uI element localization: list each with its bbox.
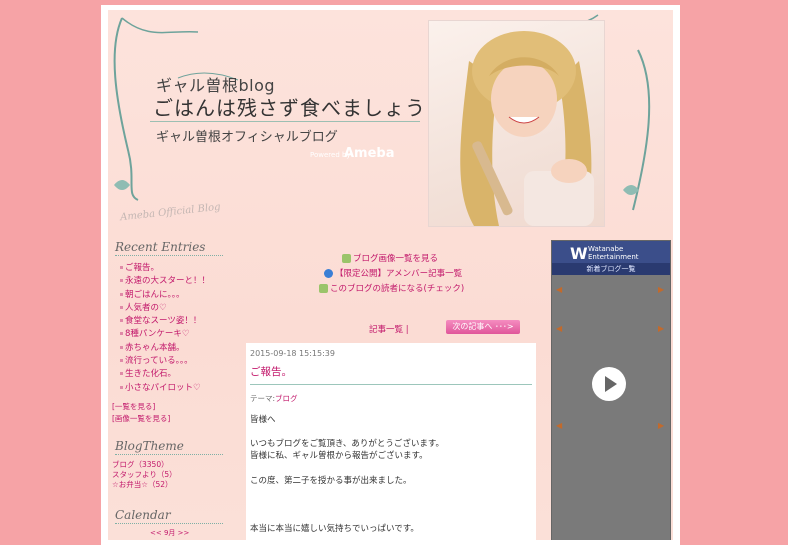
next-entry-button[interactable]: 次の記事へ ･･･> [446, 320, 520, 334]
entry-link[interactable]: 8種パンケーキ♡ [120, 328, 233, 341]
prev-arrow-icon[interactable]: ◀ [556, 421, 562, 430]
members-link[interactable]: 【限定公開】アメンバー記事一覧 [324, 267, 462, 279]
entry-link[interactable]: 食堂なスーツ姿！！ [120, 315, 233, 328]
entry-link[interactable]: 永遠の大スターと！！ [120, 275, 233, 288]
next-arrow-icon[interactable]: ▶ [658, 324, 664, 333]
profile-photo-illustration [460, 31, 594, 226]
entry-link[interactable]: ご報告。 [120, 262, 233, 275]
article-date: 2015-09-18 15:15:39 [250, 349, 335, 358]
ameba-logo[interactable]: Ameba [344, 146, 395, 161]
theme-link[interactable]: ☆お弁当☆（52） [112, 480, 233, 490]
article-theme: テーマ:ブログ [250, 394, 298, 403]
entries-list-nav[interactable]: 記事一覧 | [369, 323, 409, 335]
title-divider [150, 121, 420, 122]
article-body: 皆様へ いつもブログをご覧頂き、ありがとうございます。 皆様に私、ギャル曽根から… [250, 415, 445, 534]
entry-link[interactable]: 小さなパイロット♡ [120, 382, 233, 395]
blog-theme-heading: BlogTheme [115, 439, 223, 455]
article-title[interactable]: ご報告。 [250, 364, 536, 379]
calendar-heading: Calendar [115, 508, 223, 524]
theme-link[interactable]: ブログ（3350） [112, 460, 233, 470]
reader-link[interactable]: このブログの読者になる(チェック) [319, 282, 464, 294]
prev-arrow-icon[interactable]: ◀ [556, 324, 562, 333]
article-divider [250, 384, 532, 385]
official-blog-label: ギャル曽根オフィシャルブログ [156, 130, 338, 145]
entry-link[interactable]: 赤ちゃん本舗。 [120, 342, 233, 355]
entry-link[interactable]: 流行っている。。。 [120, 355, 233, 368]
calendar-nav[interactable]: << 9月 >> [150, 528, 233, 538]
entry-link[interactable]: 人気者の♡ [120, 302, 233, 315]
entry-link[interactable]: 朝ごはんに。。。 [120, 289, 233, 302]
new-blogs-header[interactable]: 新着ブログ一覧 [552, 263, 670, 275]
image-icon [342, 254, 351, 263]
reader-icon [319, 284, 328, 293]
next-arrow-icon[interactable]: ▶ [658, 421, 664, 430]
prev-arrow-icon[interactable]: ◀ [556, 285, 562, 294]
entries-list-link[interactable]: [一覧を見る] [112, 401, 233, 413]
we-mark: W [570, 244, 588, 263]
images-list-link[interactable]: [画像一覧を見る] [112, 413, 233, 425]
profile-photo [428, 20, 605, 227]
blog-page: ギャル曽根blog ごはんは残さず食べましょう ギャル曽根オフィシャルブログ P… [108, 10, 673, 540]
blog-header: ギャル曽根blog ごはんは残さず食べましょう ギャル曽根オフィシャルブログ P… [108, 10, 673, 235]
theme-list: ブログ（3350） スタッフより（5） ☆お弁当☆（52） [112, 460, 233, 490]
amember-icon [324, 269, 333, 278]
play-icon[interactable] [592, 367, 626, 401]
recent-entries-heading: Recent Entries [115, 240, 223, 256]
article-theme-link[interactable]: ブログ [275, 394, 298, 403]
article: 2015-09-18 15:15:39 ご報告。 テーマ:ブログ 皆様へ いつも… [246, 343, 536, 540]
next-arrow-icon[interactable]: ▶ [658, 285, 664, 294]
recent-entries-list: ご報告。 永遠の大スターと！！ 朝ごはんに。。。 人気者の♡ 食堂なスーツ姿！！… [120, 262, 233, 395]
official-widget: W Watanabe Entertainment 新着ブログ一覧 ◀ ▶ ◀ ▶… [551, 240, 671, 540]
images-link[interactable]: ブログ画像一覧を見る [342, 252, 438, 264]
sidebar: Recent Entries ご報告。 永遠の大スターと！！ 朝ごはんに。。。 … [108, 240, 233, 538]
theme-link[interactable]: スタッフより（5） [112, 470, 233, 480]
watanabe-logo[interactable]: W Watanabe Entertainment [552, 241, 670, 263]
entry-link[interactable]: 生きた化石。 [120, 368, 233, 381]
blog-title[interactable]: ごはんは残さず食べましょう [153, 92, 426, 121]
